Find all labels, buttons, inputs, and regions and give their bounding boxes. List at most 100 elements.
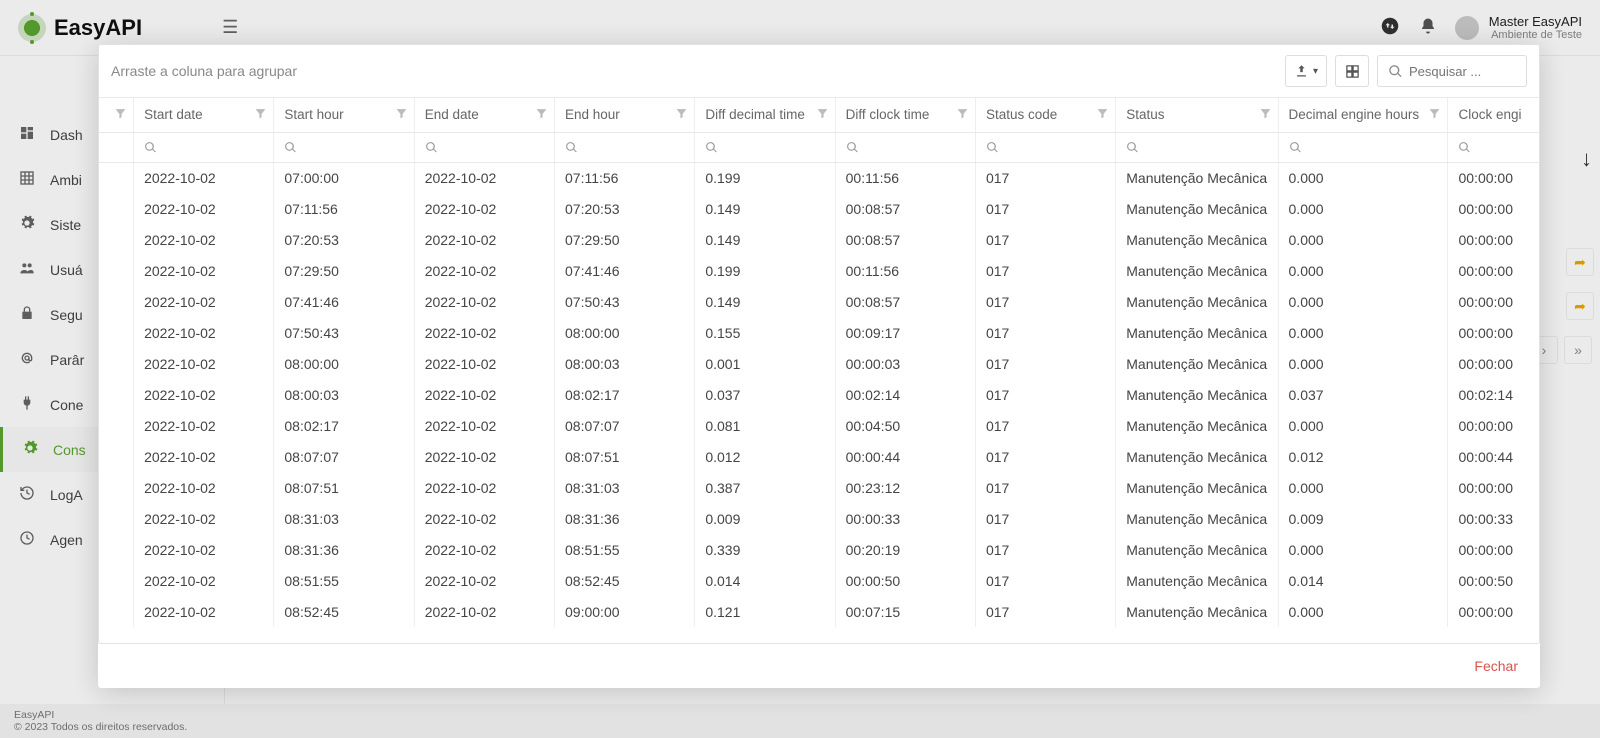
table-cell: 07:41:46	[274, 286, 414, 317]
column-header[interactable]: Clock engi	[1448, 98, 1539, 132]
column-filter[interactable]	[274, 132, 414, 162]
table-cell: 00:08:57	[835, 193, 975, 224]
table-cell: 2022-10-02	[414, 379, 554, 410]
table-row[interactable]: 2022-10-0208:31:362022-10-0208:51:550.33…	[99, 534, 1539, 565]
search-input[interactable]	[1377, 55, 1527, 87]
search-icon	[1126, 141, 1267, 154]
table-cell: 017	[975, 503, 1115, 534]
table-row[interactable]: 2022-10-0207:11:562022-10-0207:20:530.14…	[99, 193, 1539, 224]
table-cell: 08:00:00	[274, 348, 414, 379]
column-chooser-button[interactable]	[1335, 55, 1369, 87]
filter-icon[interactable]	[114, 107, 127, 123]
group-panel[interactable]: Arraste a coluna para agrupar ▾	[99, 45, 1539, 98]
grid-scroll[interactable]: Start dateStart hourEnd dateEnd hourDiff…	[99, 98, 1539, 643]
column-label: End date	[425, 107, 479, 122]
close-button[interactable]: Fechar	[1474, 658, 1518, 674]
table-row[interactable]: 2022-10-0208:02:172022-10-0208:07:070.08…	[99, 410, 1539, 441]
filter-icon[interactable]	[395, 107, 408, 123]
column-filter[interactable]	[555, 132, 695, 162]
table-cell: Manutenção Mecânica	[1116, 410, 1278, 441]
table-cell: 2022-10-02	[134, 162, 274, 193]
column-label: Status	[1126, 107, 1164, 122]
table-cell: 2022-10-02	[414, 503, 554, 534]
column-header[interactable]: Diff clock time	[835, 98, 975, 132]
table-cell: Manutenção Mecânica	[1116, 472, 1278, 503]
data-grid-modal: Arraste a coluna para agrupar ▾	[98, 44, 1540, 688]
filter-icon[interactable]	[535, 107, 548, 123]
table-cell: 2022-10-02	[414, 441, 554, 472]
table-cell: Manutenção Mecânica	[1116, 565, 1278, 596]
table-cell: 0.009	[695, 503, 835, 534]
column-filter[interactable]	[414, 132, 554, 162]
column-header[interactable]: Diff decimal time	[695, 98, 835, 132]
filter-icon[interactable]	[1259, 107, 1272, 123]
table-row[interactable]: 2022-10-0207:00:002022-10-0207:11:560.19…	[99, 162, 1539, 193]
column-filter[interactable]	[1116, 132, 1278, 162]
select-all-column[interactable]	[99, 98, 134, 132]
column-header[interactable]: End date	[414, 98, 554, 132]
table-cell: 0.155	[695, 317, 835, 348]
table-cell: 00:00:00	[1448, 410, 1539, 441]
table-cell: 00:02:14	[835, 379, 975, 410]
search-icon	[425, 141, 544, 154]
table-row[interactable]: 2022-10-0208:52:452022-10-0209:00:000.12…	[99, 596, 1539, 627]
table-cell: 0.149	[695, 286, 835, 317]
table-cell: 08:07:07	[274, 441, 414, 472]
filter-icon[interactable]	[675, 107, 688, 123]
table-cell: 00:00:00	[1448, 286, 1539, 317]
table-cell: 00:00:00	[1448, 596, 1539, 627]
table-row[interactable]: 2022-10-0207:50:432022-10-0208:00:000.15…	[99, 317, 1539, 348]
search-icon	[846, 141, 965, 154]
search-icon	[986, 141, 1105, 154]
table-cell: 0.012	[695, 441, 835, 472]
table-cell: 08:07:51	[555, 441, 695, 472]
column-header[interactable]: Start hour	[274, 98, 414, 132]
table-cell: 0.000	[1278, 224, 1448, 255]
column-header[interactable]: Start date	[134, 98, 274, 132]
search-field[interactable]	[1409, 64, 1516, 79]
table-cell: 017	[975, 255, 1115, 286]
column-filter[interactable]	[1278, 132, 1448, 162]
column-label: Decimal engine hours	[1289, 107, 1420, 122]
export-button[interactable]: ▾	[1285, 55, 1327, 87]
column-header[interactable]: End hour	[555, 98, 695, 132]
table-row[interactable]: 2022-10-0208:07:072022-10-0208:07:510.01…	[99, 441, 1539, 472]
table-cell: 0.037	[695, 379, 835, 410]
table-row[interactable]: 2022-10-0208:51:552022-10-0208:52:450.01…	[99, 565, 1539, 596]
table-cell: 0.000	[1278, 193, 1448, 224]
table-cell: 00:23:12	[835, 472, 975, 503]
table-cell: 017	[975, 193, 1115, 224]
filter-icon[interactable]	[254, 107, 267, 123]
table-cell: 0.000	[1278, 534, 1448, 565]
table-cell: 0.199	[695, 162, 835, 193]
table-row[interactable]: 2022-10-0208:00:032022-10-0208:02:170.03…	[99, 379, 1539, 410]
table-row[interactable]: 2022-10-0208:31:032022-10-0208:31:360.00…	[99, 503, 1539, 534]
column-header[interactable]: Decimal engine hours	[1278, 98, 1448, 132]
column-filter[interactable]	[975, 132, 1115, 162]
column-filter[interactable]	[695, 132, 835, 162]
table-row[interactable]: 2022-10-0208:00:002022-10-0208:00:030.00…	[99, 348, 1539, 379]
filter-icon[interactable]	[1428, 107, 1441, 123]
table-row[interactable]: 2022-10-0207:41:462022-10-0207:50:430.14…	[99, 286, 1539, 317]
table-cell: 0.199	[695, 255, 835, 286]
column-filter[interactable]	[134, 132, 274, 162]
table-cell: 07:50:43	[555, 286, 695, 317]
filter-icon[interactable]	[956, 107, 969, 123]
column-filter[interactable]	[835, 132, 975, 162]
table-cell: 00:00:50	[1448, 565, 1539, 596]
search-icon	[144, 141, 263, 154]
column-header[interactable]: Status	[1116, 98, 1278, 132]
column-header[interactable]: Status code	[975, 98, 1115, 132]
table-row[interactable]: 2022-10-0207:20:532022-10-0207:29:500.14…	[99, 224, 1539, 255]
table-cell: 00:00:03	[835, 348, 975, 379]
table-cell: 017	[975, 224, 1115, 255]
table-row[interactable]: 2022-10-0207:29:502022-10-0207:41:460.19…	[99, 255, 1539, 286]
filter-icon[interactable]	[816, 107, 829, 123]
table-cell: 017	[975, 565, 1115, 596]
table-cell: 00:20:19	[835, 534, 975, 565]
column-filter[interactable]	[1448, 132, 1539, 162]
table-cell: 00:00:00	[1448, 193, 1539, 224]
filter-icon[interactable]	[1096, 107, 1109, 123]
table-row[interactable]: 2022-10-0208:07:512022-10-0208:31:030.38…	[99, 472, 1539, 503]
table-cell: 07:29:50	[274, 255, 414, 286]
